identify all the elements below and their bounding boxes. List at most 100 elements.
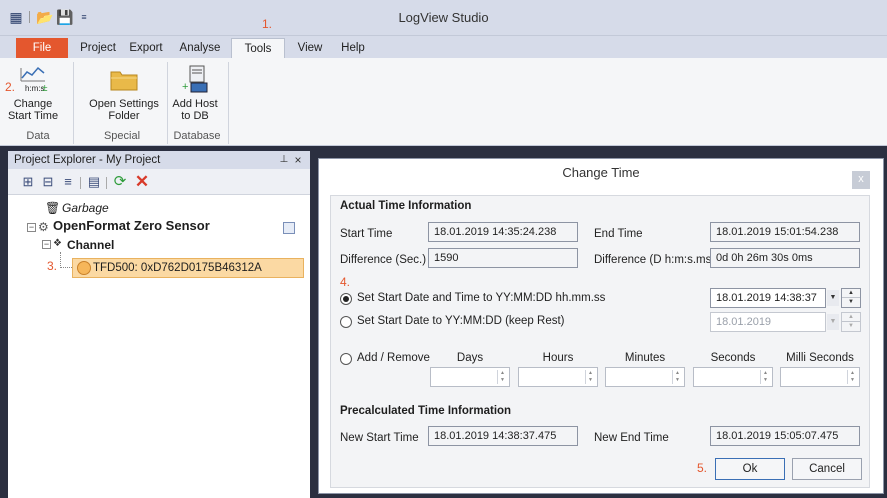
datetime-stepper[interactable]: ▲ ▼ <box>841 288 861 308</box>
set-start-date-label[interactable]: Set Start Date to YY:MM:DD (keep Rest) <box>357 315 565 327</box>
start-time-label: Start Time <box>340 228 393 240</box>
chevron-down-icon[interactable]: ▼ <box>827 314 839 330</box>
sensor-checkbox[interactable] <box>283 222 295 234</box>
start-date-input[interactable]: 18.01.2019 <box>710 312 826 332</box>
refresh-icon[interactable]: ⟳ <box>112 174 128 190</box>
add-remove-radio[interactable] <box>340 353 352 365</box>
days-header: Days <box>456 352 484 364</box>
chevron-down-icon[interactable]: ▼ <box>827 290 839 306</box>
minutes-header: Minutes <box>624 352 666 364</box>
collapse-toggle-icon[interactable]: − <box>27 223 36 232</box>
stepper-arrows-icon[interactable]: ▲ ▼ <box>760 370 770 384</box>
project-explorer-header: Project Explorer - My Project <box>8 151 310 169</box>
add-host-label-1: Add Host <box>172 98 218 110</box>
stepper-arrows-icon[interactable]: ▲ ▼ <box>847 370 857 384</box>
svg-text:+: + <box>182 81 188 93</box>
milliseconds-header: Milli Seconds <box>786 352 854 364</box>
pin-icon[interactable]: ⊥ <box>278 152 290 168</box>
group-separator <box>228 62 229 144</box>
menu-help[interactable]: Help <box>333 38 373 58</box>
add-host-to-db-button[interactable]: + Add Host to DB <box>170 62 220 130</box>
set-start-datetime-label[interactable]: Set Start Date and Time to YY:MM:DD hh.m… <box>357 292 605 304</box>
collapse-toggle-icon[interactable]: − <box>42 240 51 249</box>
new-end-time-label: New End Time <box>594 432 669 444</box>
new-start-time-label: New Start Time <box>340 432 419 444</box>
set-start-datetime-radio[interactable] <box>340 293 352 305</box>
menu-export[interactable]: Export <box>124 38 168 58</box>
add-host-icon: + <box>182 65 208 93</box>
step-3-marker: 3. <box>47 259 58 273</box>
precalc-section-title: Precalculated Time Information <box>340 405 512 417</box>
tree-node-sensor[interactable]: OpenFormat Zero Sensor <box>53 217 210 235</box>
panel-close-icon[interactable]: × <box>292 152 304 168</box>
difference-sec-field[interactable]: 1590 <box>428 248 578 268</box>
step-5-marker: 5. <box>697 461 708 475</box>
open-settings-label-2: Folder <box>108 110 140 122</box>
tfd-node-icon <box>77 261 91 275</box>
date-stepper[interactable]: ▲ ▼ <box>841 312 861 332</box>
menu-view[interactable]: View <box>291 38 329 58</box>
difference-sec-label: Difference (Sec.) <box>340 254 427 266</box>
stepper-arrows-icon[interactable]: ▲ ▼ <box>585 370 595 384</box>
toolbar-divider <box>106 177 107 189</box>
app-title: LogView Studio <box>398 10 489 25</box>
set-start-date-radio[interactable] <box>340 316 352 328</box>
toolbar-divider <box>80 177 81 189</box>
file-menu[interactable]: File <box>16 38 68 58</box>
seconds-header: Seconds <box>710 352 756 364</box>
stepper-arrows-icon[interactable]: ▲ ▼ <box>672 370 682 384</box>
tree-view-icon[interactable]: ≡ <box>60 174 76 190</box>
stepper-down-icon[interactable]: ▼ <box>842 298 860 307</box>
tree-connector <box>60 267 72 268</box>
start-time-field[interactable]: 18.01.2019 14:35:24.238 <box>428 222 578 242</box>
menu-project[interactable]: Project <box>76 38 120 58</box>
open-settings-label-1: Open Settings <box>89 98 159 110</box>
stepper-down-icon[interactable]: ▼ <box>842 322 860 331</box>
menu-tools[interactable]: Tools <box>231 38 285 59</box>
expand-all-icon[interactable]: ⊞ <box>20 174 36 190</box>
stepper-up-icon[interactable]: ▲ <box>842 289 860 298</box>
collapse-all-icon[interactable]: ⊟ <box>40 174 56 190</box>
ok-button[interactable]: Ok <box>715 458 785 480</box>
menu-analyse[interactable]: Analyse <box>174 38 226 58</box>
days-stepper[interactable]: ▲ ▼ <box>430 367 510 387</box>
difference-dhms-label: Difference (D h:m:s.ms) <box>594 254 716 266</box>
change-time-icon: h:m:s ± <box>20 66 48 94</box>
seconds-stepper[interactable]: ▲ ▼ <box>693 367 773 387</box>
end-time-label: End Time <box>594 228 643 240</box>
delete-icon[interactable]: ✕ <box>134 173 150 190</box>
step-1-marker: 1. <box>262 17 273 31</box>
end-time-field[interactable]: 18.01.2019 15:01:54.238 <box>710 222 860 242</box>
step-2-marker: 2. <box>5 80 16 94</box>
folder-icon <box>110 71 138 91</box>
hours-header: Hours <box>542 352 574 364</box>
tree-node-garbage[interactable]: Garbage <box>62 199 109 217</box>
change-start-time-button[interactable]: h:m:s ± Change Start Time <box>4 62 62 130</box>
new-end-time-field[interactable]: 18.01.2019 15:05:07.475 <box>710 426 860 446</box>
open-settings-folder-button[interactable]: Open Settings Folder <box>86 62 162 130</box>
properties-icon[interactable]: ▤ <box>86 174 102 190</box>
add-remove-label[interactable]: Add / Remove <box>357 352 430 364</box>
stepper-arrows-icon[interactable]: ▲ ▼ <box>497 370 507 384</box>
actual-time-section-title: Actual Time Information <box>340 200 472 212</box>
svg-text:±: ± <box>42 83 48 94</box>
sensor-icon: ⚙ <box>38 220 49 234</box>
start-datetime-input[interactable]: 18.01.2019 14:38:37 <box>710 288 826 308</box>
minutes-stepper[interactable]: ▲ ▼ <box>605 367 685 387</box>
new-start-time-field[interactable]: 18.01.2019 14:38:37.475 <box>428 426 578 446</box>
difference-dhms-field[interactable]: 0d 0h 26m 30s 0ms <box>710 248 860 268</box>
cancel-button[interactable]: Cancel <box>792 458 862 480</box>
tree-node-channel[interactable]: Channel <box>67 236 114 254</box>
stepper-up-icon[interactable]: ▲ <box>842 313 860 322</box>
hours-stepper[interactable]: ▲ ▼ <box>518 367 598 387</box>
group-separator <box>73 62 74 144</box>
dialog-close-button[interactable]: x <box>852 171 870 189</box>
group-data-label: Data <box>26 130 50 142</box>
milliseconds-stepper[interactable]: ▲ ▼ <box>780 367 860 387</box>
channel-icon: ❖ <box>53 238 62 249</box>
step-4-marker: 4. <box>340 275 351 289</box>
trash-icon: 🗑 <box>45 201 61 215</box>
tree-connector <box>60 252 61 268</box>
add-host-label-2: to DB <box>181 110 209 122</box>
tree-node-tfd500[interactable]: TFD500: 0xD762D0175B46312A <box>72 258 304 278</box>
